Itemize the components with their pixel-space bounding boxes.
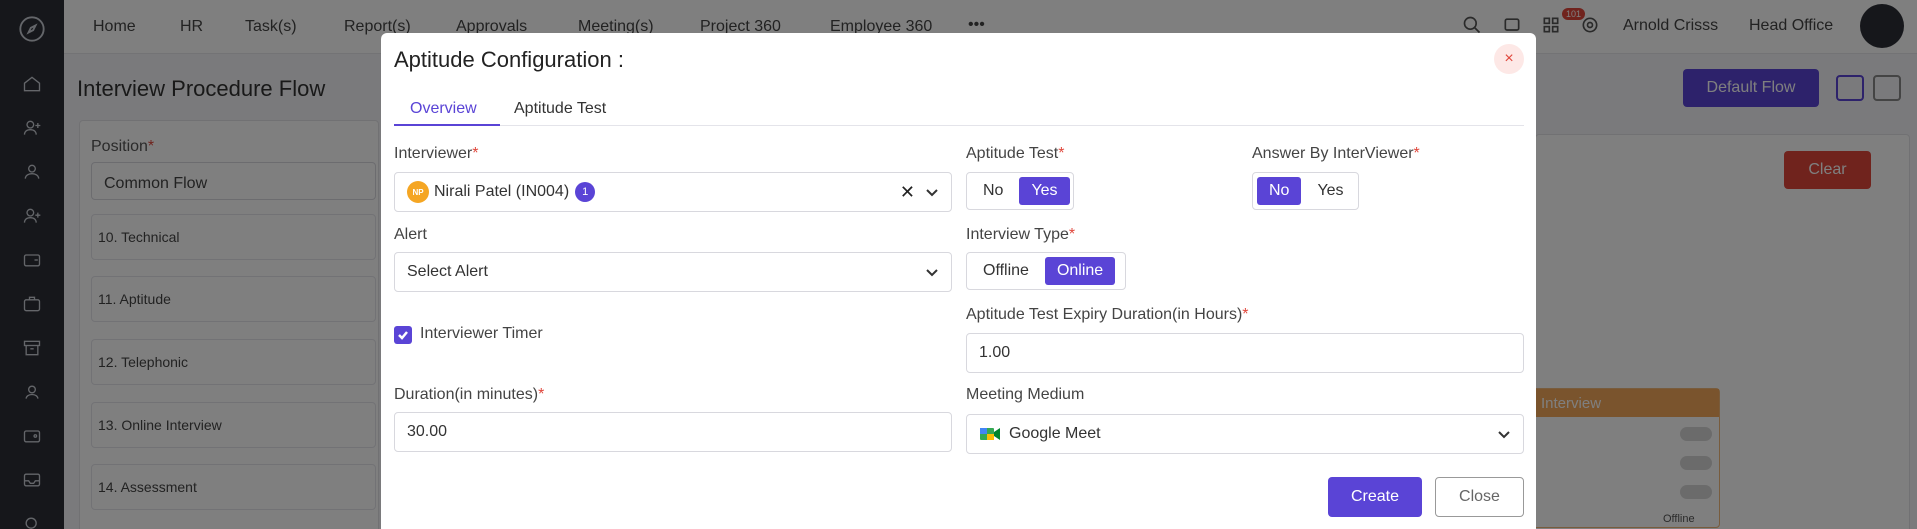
- answer-by-interviewer-toggle: No Yes: [1252, 172, 1359, 210]
- clear-selection-icon[interactable]: ✕: [900, 182, 915, 203]
- interviewer-count-badge: 1: [575, 182, 596, 202]
- interviewer-timer-label[interactable]: Interviewer Timer: [420, 325, 543, 343]
- interviewer-label: Interviewer*: [394, 145, 479, 162]
- aptitude-test-toggle: No Yes: [966, 172, 1074, 210]
- close-icon[interactable]: ×: [1494, 44, 1524, 74]
- google-meet-icon: [980, 428, 1000, 440]
- aptitude-configuration-modal: Aptitude Configuration : × Overview Apti…: [381, 33, 1536, 529]
- aptitude-test-yes[interactable]: Yes: [1019, 177, 1070, 205]
- close-button[interactable]: Close: [1435, 477, 1524, 517]
- duration-input[interactable]: 30.00: [394, 412, 952, 452]
- tab-aptitude-test[interactable]: Aptitude Test: [514, 100, 606, 118]
- interviewer-timer-checkbox[interactable]: [394, 326, 412, 344]
- meeting-medium-label: Meeting Medium: [966, 386, 1085, 403]
- expiry-duration-input[interactable]: 1.00: [966, 333, 1524, 373]
- meeting-medium-select[interactable]: Google Meet: [966, 414, 1524, 454]
- aptitude-test-no[interactable]: No: [971, 177, 1015, 205]
- answer-by-interviewer-no[interactable]: No: [1257, 177, 1302, 205]
- alert-label: Alert: [394, 226, 427, 243]
- interviewer-select[interactable]: NP Nirali Patel (IN004) 1 ✕: [394, 172, 952, 212]
- meeting-medium-value: Google Meet: [1009, 425, 1101, 442]
- aptitude-test-label: Aptitude Test*: [966, 145, 1065, 162]
- chevron-down-icon[interactable]: [1497, 427, 1511, 441]
- alert-placeholder: Select Alert: [407, 263, 488, 280]
- interview-type-online[interactable]: Online: [1044, 257, 1116, 285]
- interviewer-value: Nirali Patel (IN004): [434, 183, 570, 200]
- chevron-down-icon[interactable]: [925, 185, 939, 199]
- interview-type-toggle: Offline Online: [966, 252, 1126, 290]
- create-button[interactable]: Create: [1328, 477, 1422, 517]
- answer-by-interviewer-yes[interactable]: Yes: [1305, 177, 1355, 205]
- tab-overview[interactable]: Overview: [410, 100, 477, 118]
- answer-by-interviewer-label: Answer By InterViewer*: [1252, 145, 1420, 162]
- modal-title: Aptitude Configuration :: [394, 47, 624, 72]
- interview-type-label: Interview Type*: [966, 226, 1076, 243]
- expiry-duration-label: Aptitude Test Expiry Duration(in Hours)*: [966, 306, 1249, 323]
- modal-tabs: Overview Aptitude Test: [394, 88, 1524, 126]
- interviewer-avatar: NP: [407, 181, 429, 203]
- interview-type-offline[interactable]: Offline: [971, 257, 1041, 285]
- active-tab-indicator: [394, 124, 500, 126]
- chevron-down-icon[interactable]: [925, 265, 939, 279]
- alert-select[interactable]: Select Alert: [394, 252, 952, 292]
- duration-label: Duration(in minutes)*: [394, 386, 545, 403]
